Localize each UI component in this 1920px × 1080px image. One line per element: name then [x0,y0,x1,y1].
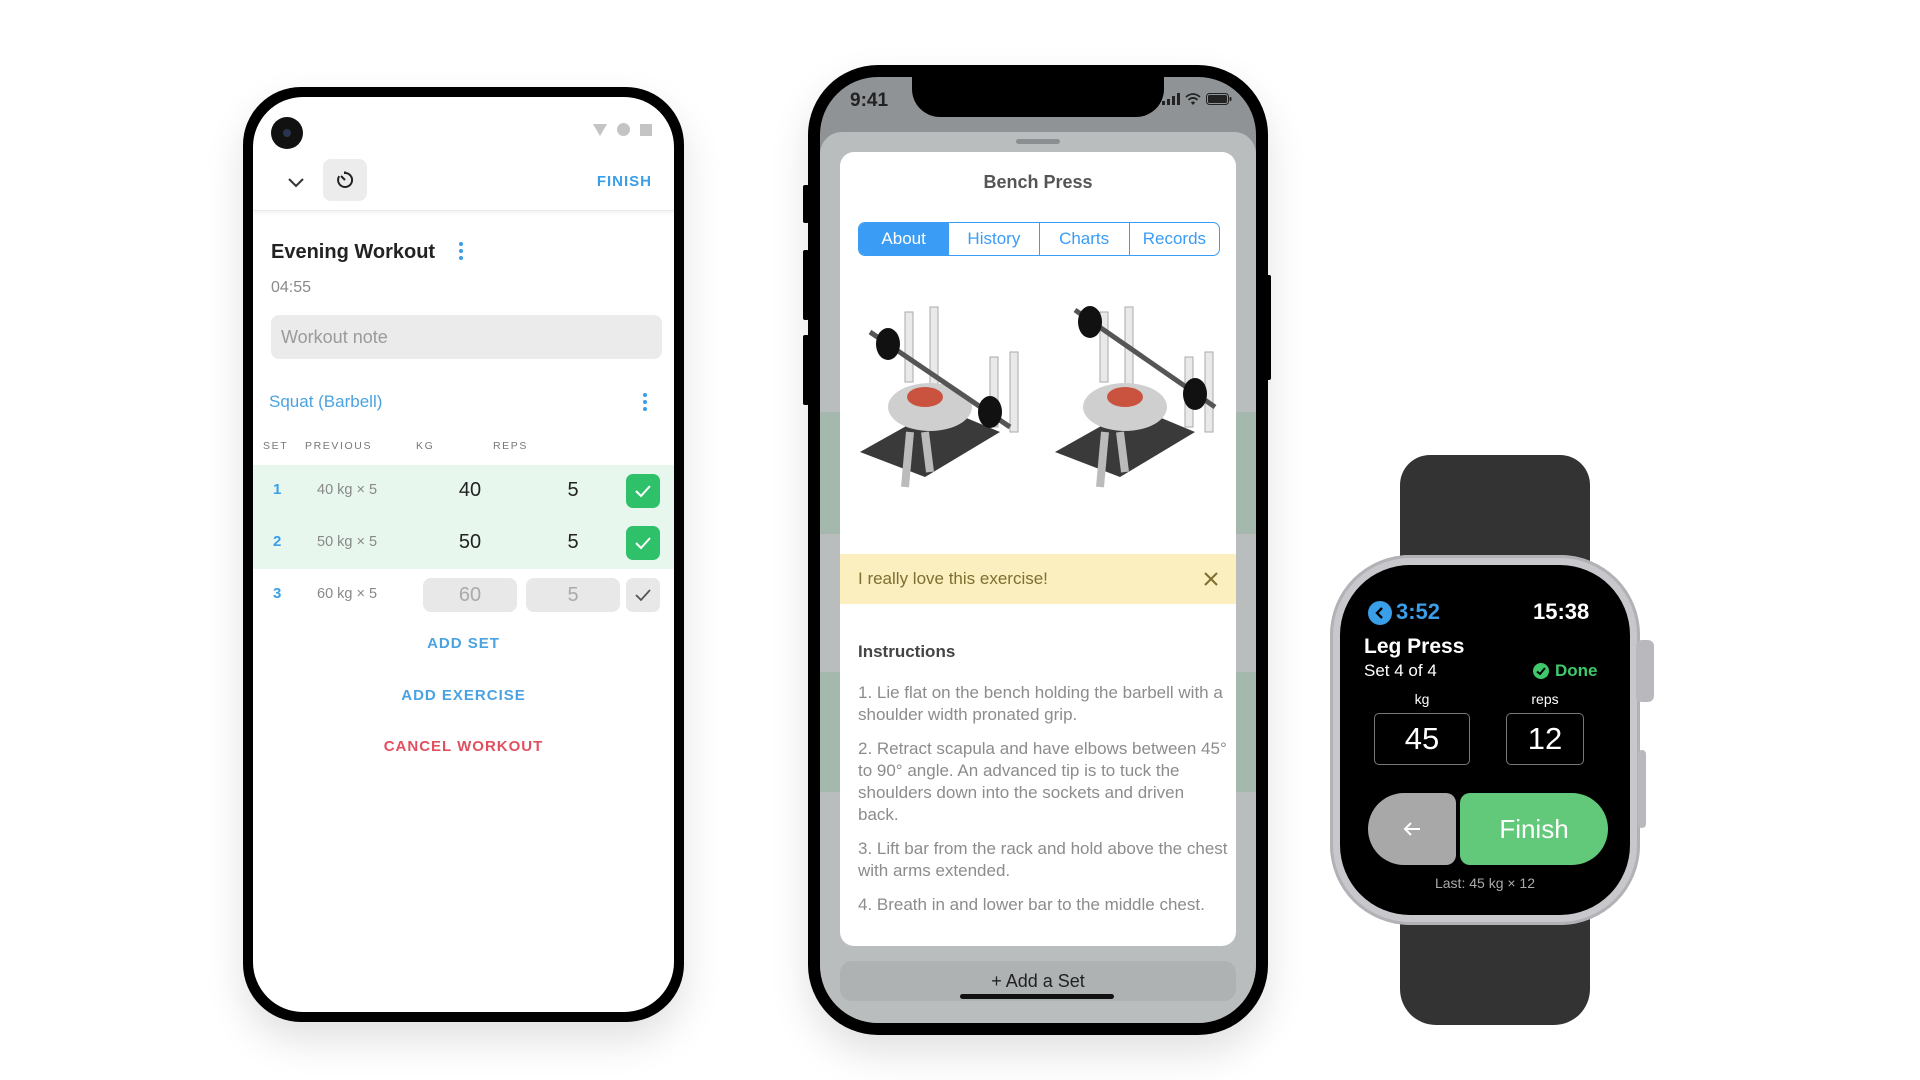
android-phone: FINISH Evening Workout 04:55 Squat (Barb… [243,87,684,1022]
tab-about[interactable]: About [859,223,949,255]
tab-charts[interactable]: Charts [1038,223,1129,255]
reps-label: reps [1531,691,1559,707]
set-progress: Set 4 of 4 [1364,661,1437,680]
note-text: I really love this exercise! [858,569,1048,588]
battery-icon [1206,93,1232,105]
iphone: 9:41 No Previous 0 0 + Add a Set Bench P… [808,65,1268,1035]
collapse-button[interactable] [281,167,311,197]
arrow-left-icon [1403,822,1420,836]
previous-value: 40 kg × 5 [317,482,378,498]
previous-value: 50 kg × 5 [317,534,378,550]
cellular-signal-icon [1162,93,1180,105]
kg-input[interactable]: 60 [423,578,517,612]
instructions-list: 1. Lie flat on the bench holding the bar… [858,682,1228,928]
timer-icon [337,171,354,188]
reps-picker[interactable]: 12 [1506,713,1584,765]
workout-duration: 04:55 [271,279,312,296]
workout-toolbar: FINISH [253,155,674,211]
wifi-icon [1185,93,1201,105]
side-button[interactable] [1638,750,1646,828]
column-header-reps: REPS [493,440,528,452]
reps-input[interactable]: 5 [526,578,620,612]
more-vertical-icon [643,393,647,397]
set-complete-checkbox[interactable] [626,526,660,560]
exercise-name[interactable]: Squat (Barbell) [269,392,382,412]
instruction-step: 4. Breath in and lower bar to the middle… [858,895,1205,914]
digital-crown[interactable] [1636,640,1654,702]
notch [912,77,1164,117]
chevron-down-icon [288,178,304,188]
iphone-screen: 9:41 No Previous 0 0 + Add a Set Bench P… [820,77,1256,1023]
android-screen: FINISH Evening Workout 04:55 Squat (Barb… [253,97,674,1012]
workout-note-input[interactable] [271,315,662,359]
close-icon [1204,572,1218,586]
exercise-menu-button[interactable] [638,389,652,415]
rest-timer-button[interactable] [323,159,367,201]
add-set-button[interactable]: ADD SET [253,635,674,652]
check-circle-icon [1533,663,1549,679]
finish-button[interactable]: Finish [1460,793,1608,865]
exercise-illustration [860,306,1217,488]
reps-value[interactable]: 5 [526,479,620,502]
chevron-left-icon [1375,607,1383,619]
done-status[interactable]: Done [1533,661,1598,681]
set-number: 3 [273,585,282,602]
check-icon [635,537,651,550]
kg-value[interactable]: 50 [423,531,517,554]
kg-value[interactable]: 40 [423,479,517,502]
set-row: 2 50 kg × 5 50 5 [253,517,674,569]
segmented-control: About History Charts Records [858,222,1220,256]
exercise-note-banner: I really love this exercise! [840,554,1236,604]
instruction-step: 2. Retract scapula and have elbows betwe… [858,739,1227,824]
set-complete-checkbox[interactable] [626,578,660,612]
set-row: 1 40 kg × 5 40 5 [253,465,674,517]
reps-value[interactable]: 5 [526,531,620,554]
sheet-title: Bench Press [983,172,1093,192]
workout-title[interactable]: Evening Workout [271,241,435,264]
column-header-previous: PREVIOUS [305,440,373,452]
column-header-set: SET [263,440,289,452]
status-time: 9:41 [850,90,889,111]
exercise-title: Leg Press [1364,635,1465,658]
wifi-icon [617,123,630,136]
home-indicator[interactable] [960,994,1114,999]
done-label: Done [1555,661,1598,680]
tab-records[interactable]: Records [1128,223,1219,255]
column-header-kg: KG [416,440,435,452]
rest-timer: 3:52 [1396,599,1441,624]
kg-label: kg [1414,691,1430,707]
check-icon [635,589,651,602]
more-vertical-icon [459,242,463,246]
workout-menu-button[interactable] [454,238,468,264]
instructions-heading: Instructions [858,642,956,661]
android-status-bar [593,123,652,136]
check-icon [635,485,651,498]
kg-picker[interactable]: 45 [1374,713,1470,765]
instruction-step: 3. Lift bar from the rack and hold above… [858,839,1228,880]
front-camera [271,117,303,149]
last-set-info: Last: 45 kg × 12 [1434,875,1536,891]
cancel-workout-button[interactable]: CANCEL WORKOUT [253,738,674,755]
back-button[interactable] [1368,601,1392,625]
sheet-grabber[interactable] [1016,139,1060,144]
previous-value: 60 kg × 5 [317,586,378,602]
set-row: 3 60 kg × 5 60 5 [253,569,674,621]
tab-history[interactable]: History [948,223,1038,255]
apple-watch: 3:52 15:38 Leg Press Set 4 of 4 Done kg … [1330,455,1654,1025]
bench-press-start-figure [860,306,1019,488]
set-number: 1 [273,481,282,498]
exercise-detail-sheet: Bench Press About History Charts Records [840,152,1236,946]
ios-status-icons [1162,93,1232,105]
signal-icon [593,123,607,136]
set-complete-checkbox[interactable] [626,474,660,508]
clock: 15:38 [1533,599,1590,624]
add-exercise-button[interactable]: ADD EXERCISE [253,687,674,704]
bench-press-end-figure [1055,306,1217,488]
dismiss-note-button[interactable] [1204,572,1218,586]
instruction-step: 1. Lie flat on the bench holding the bar… [858,683,1223,724]
previous-set-button[interactable] [1368,793,1456,865]
battery-icon [640,123,652,136]
finish-button[interactable]: FINISH [597,173,652,190]
set-number: 2 [273,533,282,550]
